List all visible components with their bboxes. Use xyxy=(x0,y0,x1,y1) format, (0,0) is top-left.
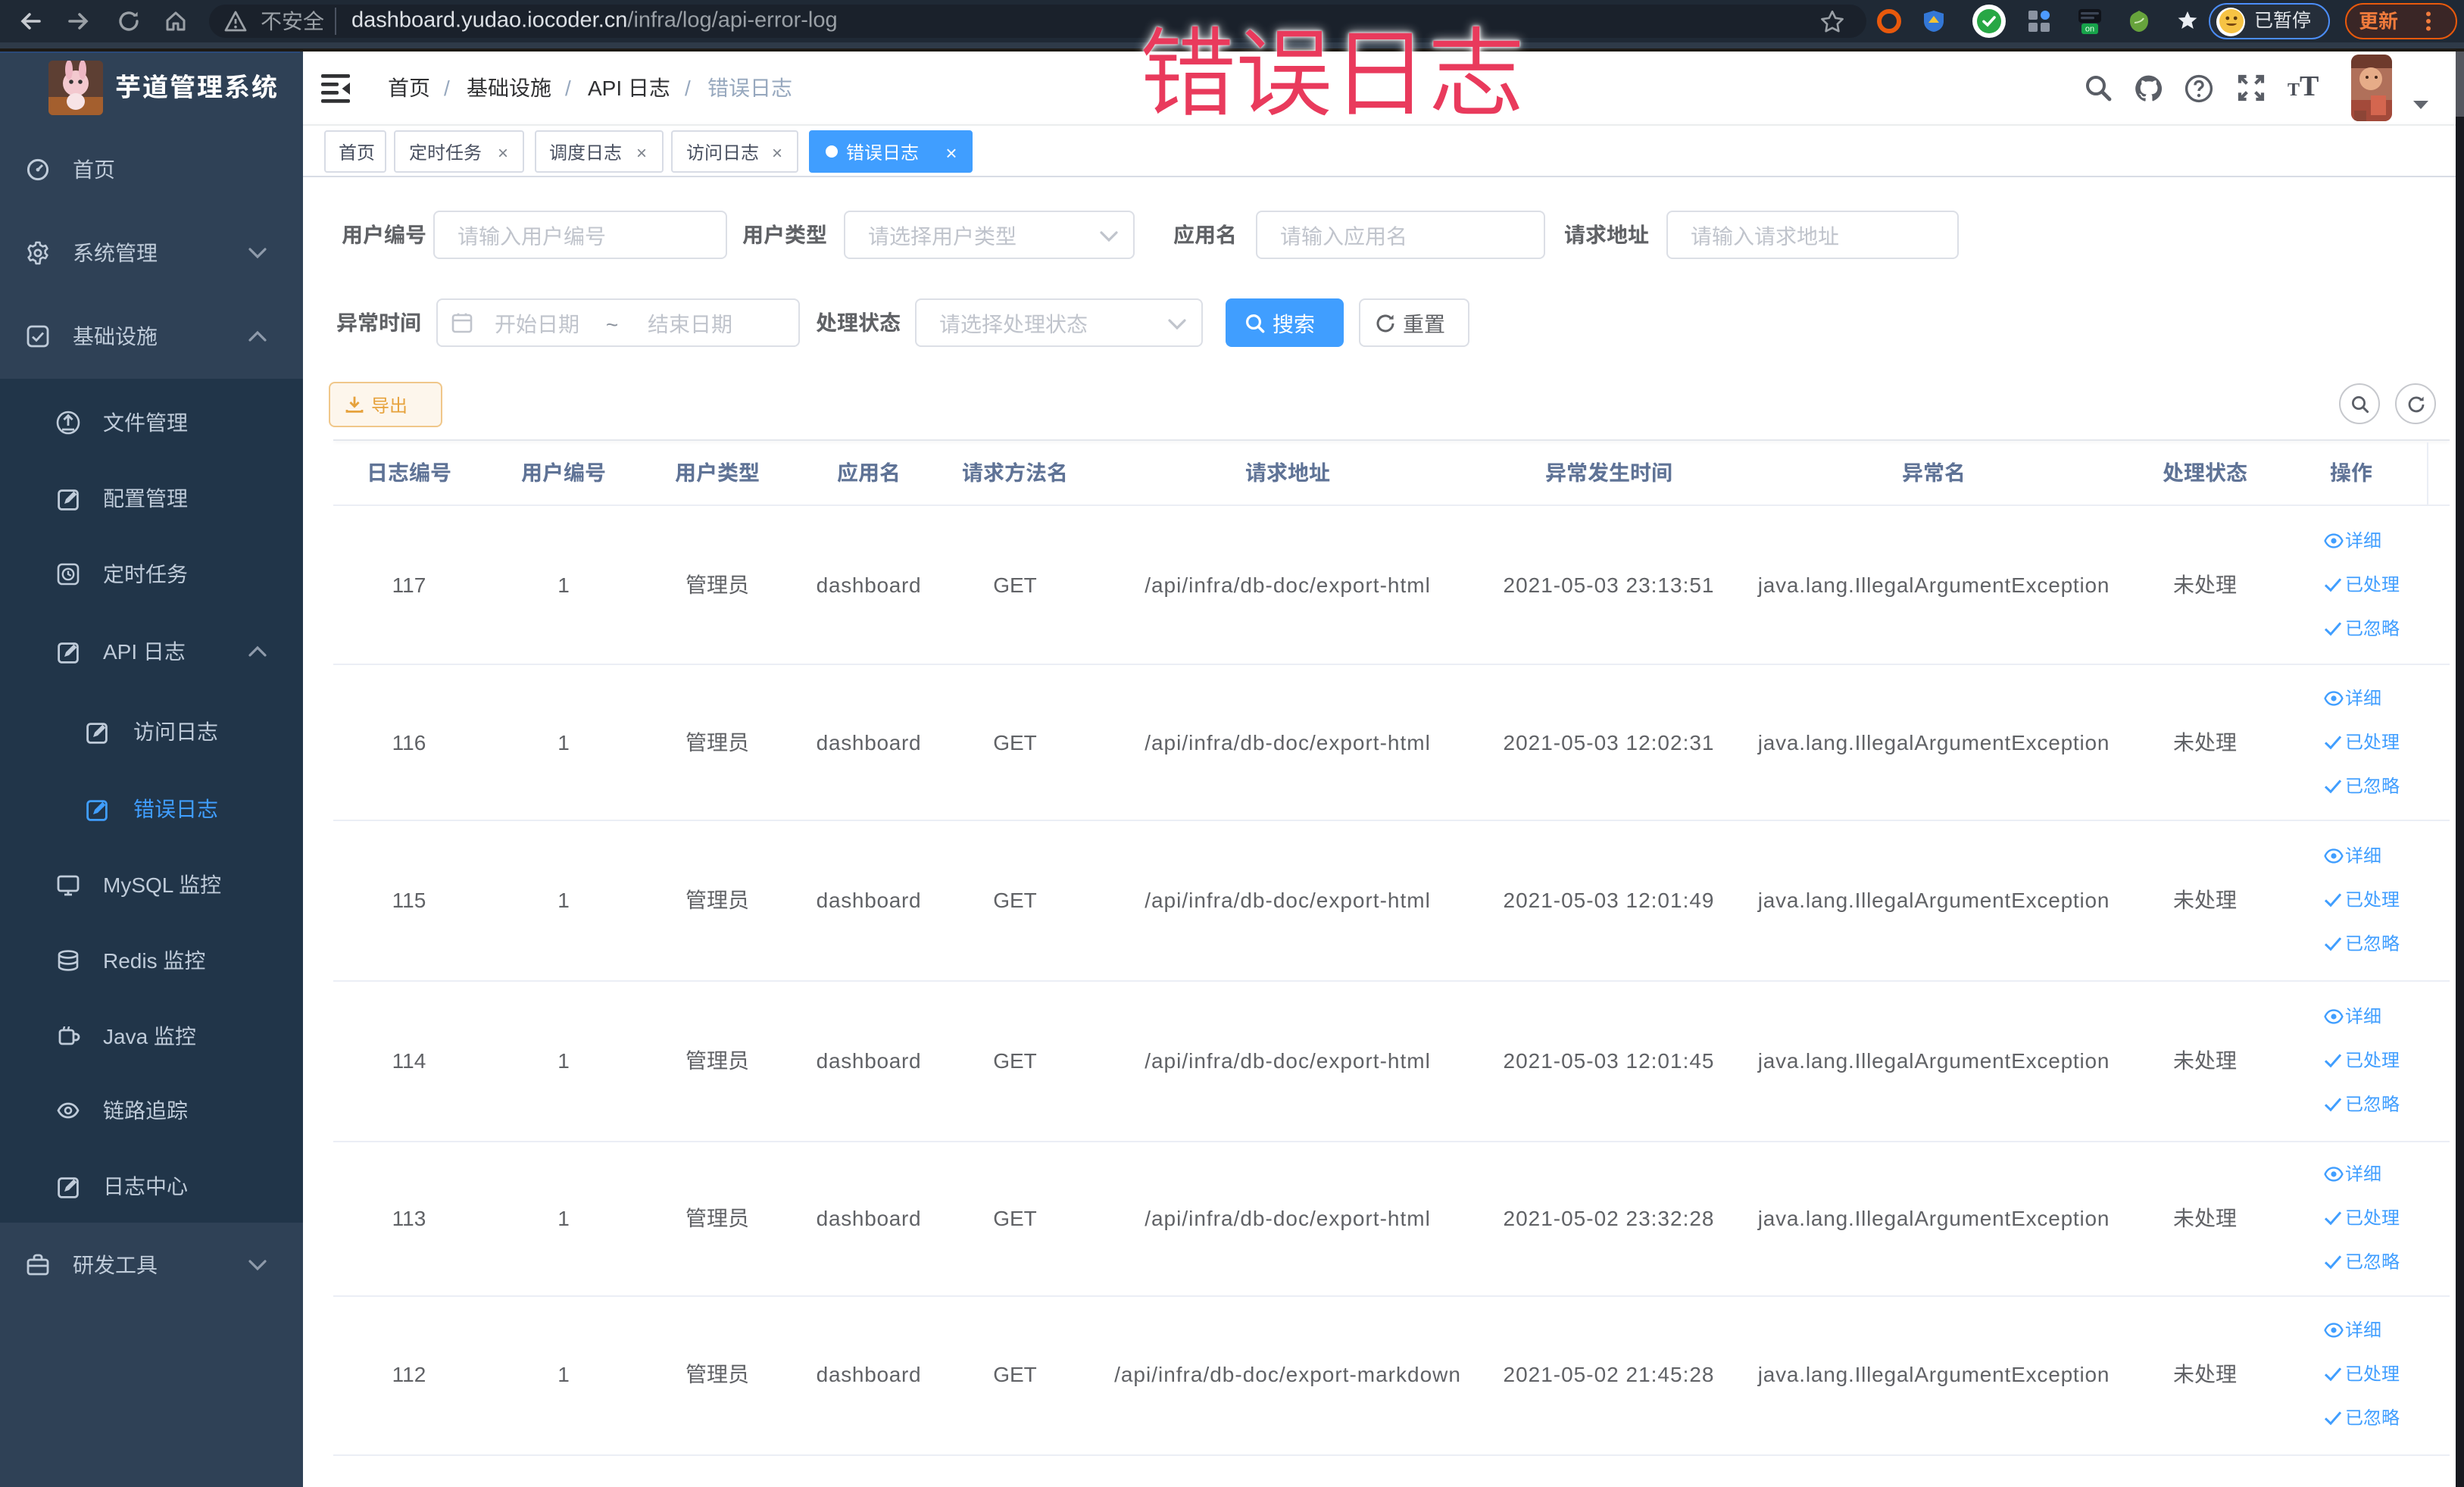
svg-text:on: on xyxy=(2085,25,2094,34)
